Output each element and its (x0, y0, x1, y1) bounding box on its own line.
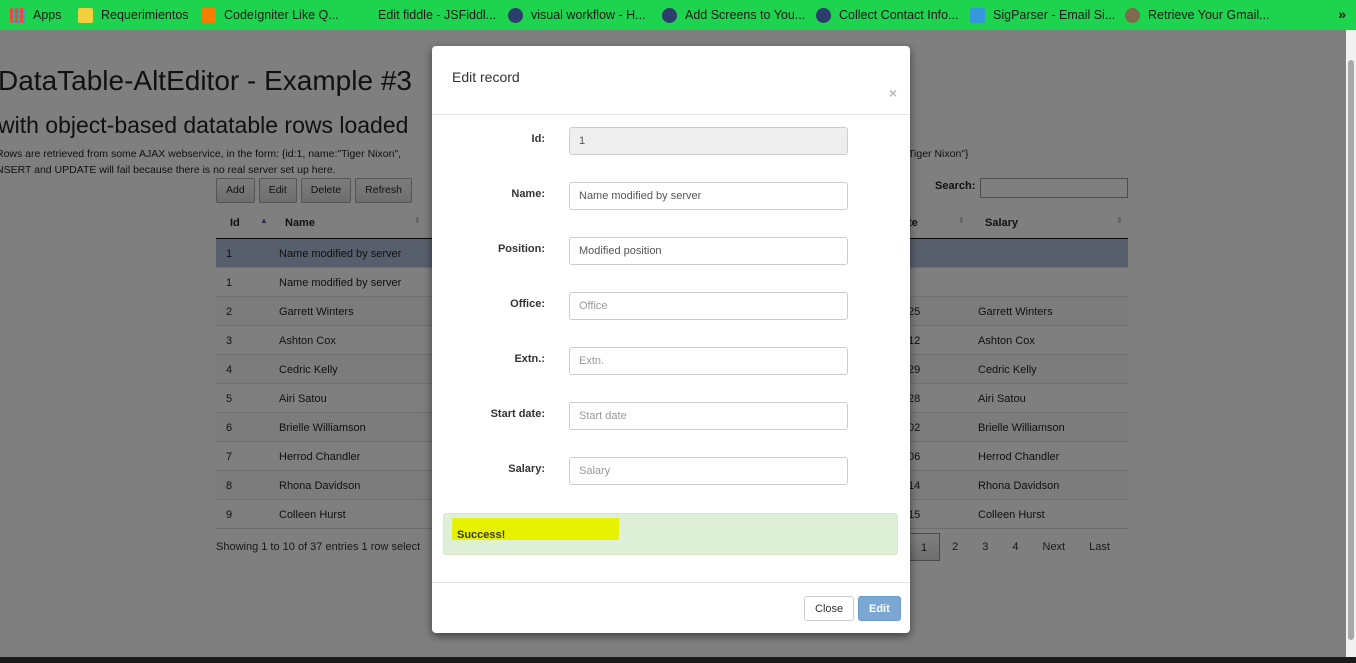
field-row-extn: Extn.: (432, 347, 910, 375)
edit-submit-button[interactable]: Edit (858, 596, 901, 621)
position-field[interactable] (569, 237, 848, 265)
start-date-field[interactable] (569, 402, 848, 430)
bookmark-jsfiddle[interactable]: Edit fiddle - JSFiddl... (355, 0, 496, 30)
bookmark-requerimientos[interactable]: Requerimientos (78, 0, 189, 30)
page-scrollbar[interactable] (1346, 30, 1356, 657)
bookmark-visual-workflow[interactable]: visual workflow - H... (508, 0, 646, 30)
bookmark-sigparser[interactable]: SigParser - Email Si... (970, 0, 1115, 30)
edit-record-modal: Edit record × Id: Name: Position: Office… (432, 46, 910, 633)
modal-title: Edit record (452, 69, 520, 85)
success-alert: Success! (443, 513, 898, 555)
salary-field[interactable] (569, 457, 848, 485)
field-label-name: Name: (511, 188, 545, 200)
bookmark-add-screens[interactable]: Add Screens to You... (662, 0, 805, 30)
more-bookmarks-button[interactable]: » (1338, 6, 1346, 22)
bookmarks-bar: Apps Requerimientos CodeIgniter Like Q..… (0, 0, 1356, 30)
blogger-icon (201, 7, 216, 23)
scrollbar-thumb[interactable] (1348, 60, 1354, 640)
success-message: Success! (457, 529, 506, 541)
modal-header: Edit record × (432, 46, 910, 115)
close-button[interactable]: Close (804, 596, 855, 621)
folder-icon (78, 7, 93, 23)
bookmark-collect-contact[interactable]: Collect Contact Info... (816, 0, 959, 30)
taskbar-edge (0, 657, 1356, 663)
field-label-salary: Salary: (508, 463, 545, 475)
modal-footer: Close Edit (432, 582, 910, 633)
apps-grid-icon (10, 7, 25, 23)
office-field[interactable] (569, 292, 848, 320)
id-field[interactable] (569, 127, 848, 155)
fiddle-icon (355, 8, 370, 23)
field-label-start-date: Start date: (490, 408, 545, 420)
cloud-icon (508, 7, 523, 23)
field-label-extn: Extn.: (514, 353, 545, 365)
field-row-id: Id: (432, 127, 910, 155)
field-label-office: Office: (510, 298, 545, 310)
bookmark-retrieve-gmail[interactable]: Retrieve Your Gmail... (1125, 0, 1270, 30)
sigparser-icon (970, 7, 985, 23)
field-row-name: Name: (432, 182, 910, 210)
mountain-icon (662, 7, 677, 23)
bookmark-apps[interactable]: Apps (10, 0, 62, 30)
close-icon[interactable]: × (889, 85, 897, 101)
gear-icon (1125, 7, 1140, 23)
mountain-icon (816, 7, 831, 23)
name-field[interactable] (569, 182, 848, 210)
field-label-position: Position: (497, 243, 545, 255)
extn-field[interactable] (569, 347, 848, 375)
field-row-start-date: Start date: (432, 402, 910, 430)
bookmark-codeigniter[interactable]: CodeIgniter Like Q... (201, 0, 339, 30)
field-row-office: Office: (432, 292, 910, 320)
field-row-position: Position: (432, 237, 910, 265)
field-row-salary: Salary: (432, 457, 910, 485)
field-label-id: Id: (531, 133, 545, 145)
